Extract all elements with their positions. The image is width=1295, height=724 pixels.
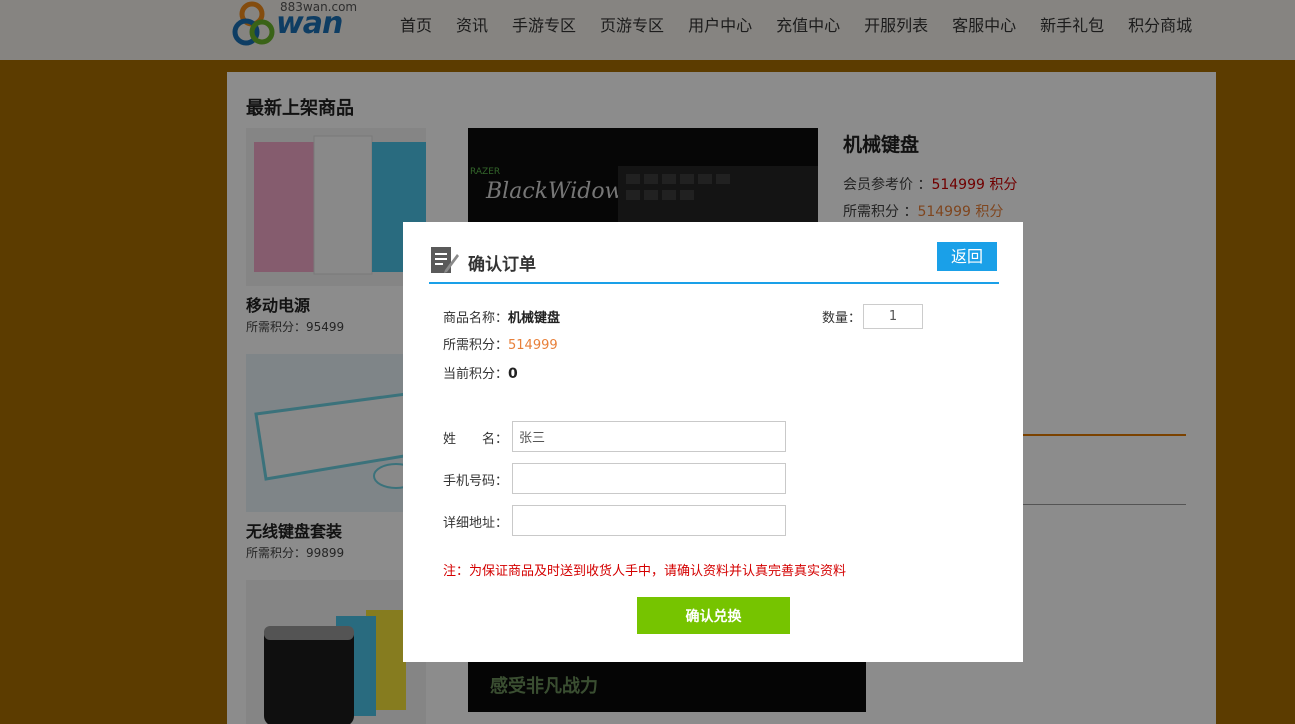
required-points-label: 所需积分： [443,338,509,353]
order-required-points: 所需积分：514999 [443,334,558,353]
order-confirm-dialog: 确认订单 返回 商品名称：机械键盘 所需积分：514999 当前积分：0 数量：… [403,222,1023,662]
address-label: 详细地址： [443,516,509,531]
delivery-note: 注：为保证商品及时送到收货人手中，请确认资料并认真完善真实资料 [443,564,847,579]
current-points-value: 0 [508,366,518,382]
product-name-value: 机械键盘 [508,311,561,326]
confirm-exchange-button[interactable]: 确认兑换 [637,597,790,634]
name-label: 姓 名： [443,432,509,447]
required-points-value: 514999 [508,338,558,353]
dialog-header: 确认订单 返回 [429,242,999,284]
phone-field[interactable] [512,463,786,494]
edit-document-icon [431,247,459,273]
quantity-input[interactable] [863,304,923,329]
product-name-label: 商品名称： [443,311,509,326]
address-field[interactable] [512,505,786,536]
quantity-label: 数量： [822,311,862,326]
dialog-title: 确认订单 [468,255,536,275]
current-points-label: 当前积分： [443,367,509,382]
back-button[interactable]: 返回 [937,242,997,271]
name-field[interactable] [512,421,786,452]
order-product-name: 商品名称：机械键盘 [443,307,560,326]
phone-label: 手机号码： [443,474,509,489]
order-current-points: 当前积分：0 [443,363,518,382]
